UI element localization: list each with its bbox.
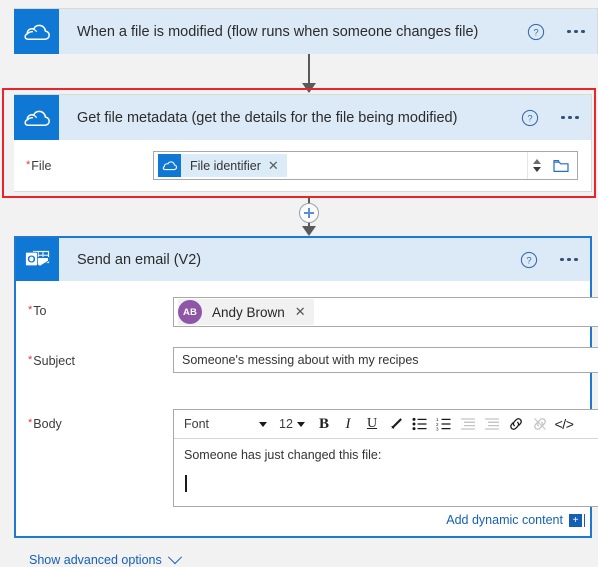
svg-text:3: 3 xyxy=(436,426,439,431)
font-family-select[interactable]: Font xyxy=(177,413,272,435)
add-dynamic-content-label: Add dynamic content xyxy=(446,513,563,527)
outlook-icon: O xyxy=(16,238,59,281)
chevron-down-icon xyxy=(259,421,267,427)
to-field-label: *To xyxy=(28,304,47,318)
help-icon[interactable]: ? xyxy=(517,105,543,131)
show-advanced-options-label: Show advanced options xyxy=(29,553,162,567)
font-size-select[interactable]: 12 xyxy=(272,413,312,435)
card-menu-button-get-file-metadata[interactable] xyxy=(553,115,587,120)
menu-dot xyxy=(568,115,572,120)
svg-text:O: O xyxy=(27,253,35,265)
recipient-name: Andy Brown xyxy=(212,304,285,320)
card-menu-button-send-an-email[interactable] xyxy=(552,257,586,262)
svg-text:?: ? xyxy=(527,113,532,124)
menu-dot xyxy=(574,257,578,262)
required-marker: * xyxy=(26,159,31,171)
card-header-get-file-metadata[interactable]: Get file metadata (get the details for t… xyxy=(14,95,591,140)
svg-text:?: ? xyxy=(526,255,531,266)
flow-card-trigger[interactable]: When a file is modified (flow runs when … xyxy=(14,8,598,54)
onedrive-cloud-icon xyxy=(14,9,59,54)
menu-dot xyxy=(575,115,579,120)
token-label: File identifier xyxy=(190,158,261,173)
menu-dot xyxy=(574,29,578,34)
body-editor-content[interactable]: Someone has just changed this file: xyxy=(174,439,598,492)
card-body-get-file-metadata: *File File identifier ✕ xyxy=(14,140,591,192)
subject-field-label: *Subject xyxy=(28,354,75,368)
underline-button[interactable]: U xyxy=(360,412,384,436)
menu-dot xyxy=(561,115,565,120)
help-icon[interactable]: ? xyxy=(523,19,549,45)
remove-link-button[interactable] xyxy=(528,412,552,436)
card-header-send-an-email[interactable]: O Send an email (V2) ? xyxy=(16,238,590,281)
add-dynamic-content-button[interactable]: Add dynamic content + xyxy=(446,513,585,527)
flow-card-get-file-metadata[interactable]: Get file metadata (get the details for t… xyxy=(14,94,592,192)
menu-dot xyxy=(560,257,564,262)
insert-new-step-button[interactable] xyxy=(299,203,319,223)
onedrive-cloud-icon xyxy=(14,95,59,140)
flow-card-send-an-email[interactable]: O Send an email (V2) ? *To AB Andy Brown… xyxy=(14,236,598,567)
show-advanced-options-button[interactable]: Show advanced options xyxy=(29,550,182,567)
card-menu-button-trigger[interactable] xyxy=(559,29,593,34)
card-title-trigger: When a file is modified (flow runs when … xyxy=(77,23,479,40)
body-rich-text-editor[interactable]: Font 12 B I U 1 2 3 </> Someone has just… xyxy=(173,409,598,507)
file-field-label: *File xyxy=(26,159,52,173)
card-title-get-file-metadata: Get file metadata (get the details for t… xyxy=(77,109,458,126)
body-field-label: *Body xyxy=(28,417,62,431)
code-view-button[interactable]: </> xyxy=(552,412,576,436)
rte-toolbar: Font 12 B I U 1 2 3 </> xyxy=(174,410,598,439)
bulleted-list-button[interactable] xyxy=(408,412,432,436)
add-dynamic-content-badge-icon: + xyxy=(569,513,585,527)
file-input[interactable]: File identifier ✕ xyxy=(153,151,578,180)
text-cursor xyxy=(185,475,187,492)
font-size-value: 12 xyxy=(279,417,293,431)
indent-button[interactable] xyxy=(480,412,504,436)
font-family-value: Font xyxy=(184,417,210,431)
outdent-button[interactable] xyxy=(456,412,480,436)
recipient-token-andy-brown[interactable]: AB Andy Brown ✕ xyxy=(178,299,314,325)
menu-dot xyxy=(567,257,571,262)
onedrive-cloud-icon xyxy=(158,154,181,177)
card-header-trigger[interactable]: When a file is modified (flow runs when … xyxy=(14,9,597,54)
avatar: AB xyxy=(178,300,202,324)
file-spinner[interactable] xyxy=(527,152,545,179)
body-text: Someone has just changed this file: xyxy=(184,448,382,462)
insert-link-button[interactable] xyxy=(504,412,528,436)
card-body-send-an-email: *To AB Andy Brown ✕ *Subject Someone's m… xyxy=(16,281,598,567)
spinner-up-icon[interactable] xyxy=(532,159,541,164)
connector-arrow-1 xyxy=(302,83,316,93)
menu-dot xyxy=(581,29,585,34)
chevron-down-icon xyxy=(167,550,182,565)
numbered-list-button[interactable]: 1 2 3 xyxy=(432,412,456,436)
help-icon[interactable]: ? xyxy=(516,247,542,273)
spinner-down-icon[interactable] xyxy=(532,167,541,172)
dynamic-content-token-file-identifier[interactable]: File identifier ✕ xyxy=(158,154,287,177)
subject-input[interactable]: Someone's messing about with my recipes xyxy=(173,347,598,373)
connector-arrow-2 xyxy=(302,226,316,236)
remove-token-icon[interactable]: ✕ xyxy=(268,159,281,172)
card-title-send-an-email: Send an email (V2) xyxy=(77,251,202,268)
remove-recipient-icon[interactable]: ✕ xyxy=(295,304,306,320)
to-input[interactable]: AB Andy Brown ✕ xyxy=(173,297,598,327)
bold-button[interactable]: B xyxy=(312,412,336,436)
flow-designer-canvas: When a file is modified (flow runs when … xyxy=(0,0,598,567)
required-marker: * xyxy=(28,304,33,316)
chevron-down-icon xyxy=(296,421,305,427)
required-marker: * xyxy=(28,354,33,366)
text-color-pen-icon[interactable] xyxy=(384,412,408,436)
browse-folder-button[interactable] xyxy=(545,152,577,179)
required-marker: * xyxy=(28,417,33,429)
menu-dot xyxy=(567,29,571,34)
italic-button[interactable]: I xyxy=(336,412,360,436)
svg-text:?: ? xyxy=(533,27,538,38)
